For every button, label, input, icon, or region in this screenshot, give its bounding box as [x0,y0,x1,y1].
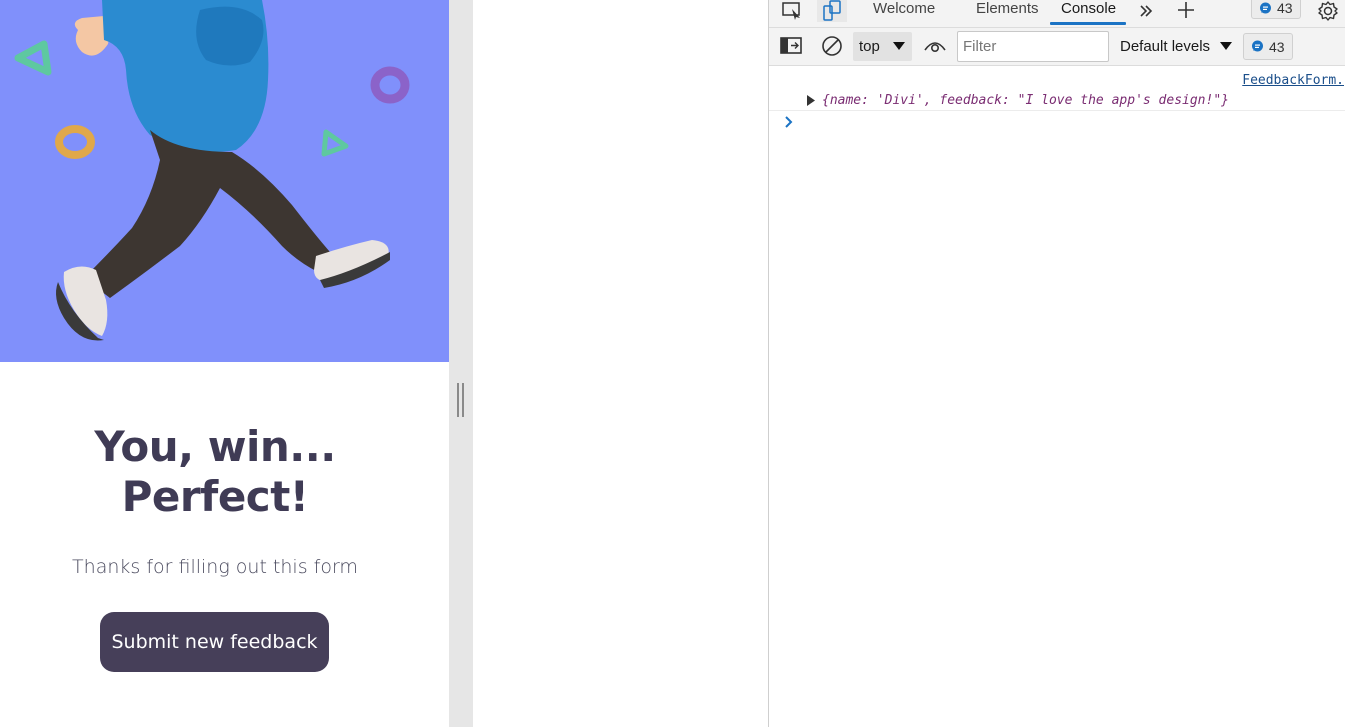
issues-badge-top[interactable]: 43 [1251,0,1301,19]
sleeve-shape [196,6,264,66]
chevron-down-icon [893,42,905,50]
submit-new-feedback-button[interactable]: Submit new feedback [100,612,329,672]
log-object-text: {name: 'Divi', feedback: "I love the app… [822,93,1229,108]
console-toolbar: top Default levels 43 [769,28,1345,66]
yellow-ring-shape [55,125,95,159]
clear-console-icon[interactable] [820,35,844,57]
device-emulation-icon[interactable] [817,0,847,22]
triangle-shape [14,40,52,76]
tab-welcome[interactable]: Welcome [873,0,935,26]
settings-gear-icon[interactable] [1315,0,1341,22]
devtools-tabbar: Welcome Elements Console 43 [769,0,1345,28]
message-bubble-icon [1260,2,1271,13]
success-title: You, win... Perfect! [0,422,430,522]
tab-elements[interactable]: Elements [976,0,1039,26]
log-levels-value: Default levels [1120,38,1211,55]
context-value: top [859,38,880,55]
console-log-row: FeedbackForm. {name: 'Divi', feedback: "… [769,67,1345,111]
pane-splitter[interactable] [449,0,473,727]
trousers-shape [84,130,330,298]
more-tabs-chevron-icon[interactable] [1137,0,1155,22]
splitter-grip-icon[interactable] [457,383,464,417]
log-source-link[interactable]: FeedbackForm. [1242,73,1344,88]
issues-count-toolbar: 43 [1269,38,1285,55]
issues-count-top: 43 [1277,0,1293,16]
active-tab-indicator [1050,22,1126,25]
running-person-illustration [14,0,410,341]
hero-illustration [0,0,449,362]
filter-input[interactable] [957,31,1109,62]
title-line-2: Perfect! [121,472,309,521]
message-bubble-icon [1252,40,1263,52]
feedback-app: You, win... Perfect! Thanks for filling … [0,0,449,727]
chevron-down-icon [1220,42,1233,50]
success-message: Thanks for filling out this form [72,556,358,578]
purple-ring-shape [370,66,410,104]
sidebar-toggle-icon[interactable] [779,35,803,57]
inspect-element-icon[interactable] [779,0,805,22]
log-levels-select[interactable]: Default levels [1120,32,1233,61]
console-prompt-chevron-icon[interactable] [784,116,794,128]
add-tab-plus-icon[interactable] [1173,0,1199,22]
live-expression-eye-icon[interactable] [922,35,948,57]
issues-badge-toolbar[interactable]: 43 [1243,33,1293,60]
context-select[interactable]: top [853,32,912,61]
devtools-panel: Welcome Elements Console 43 top Filter D… [768,0,1345,727]
console-output: FeedbackForm. {name: 'Divi', feedback: "… [769,67,1345,727]
title-line-1: You, win... [94,422,336,471]
triangle-shape-small [321,129,349,157]
blank-area [473,0,768,727]
log-object-preview[interactable]: {name: 'Divi', feedback: "I love the app… [807,93,1229,108]
expand-triangle-icon[interactable] [807,95,816,106]
